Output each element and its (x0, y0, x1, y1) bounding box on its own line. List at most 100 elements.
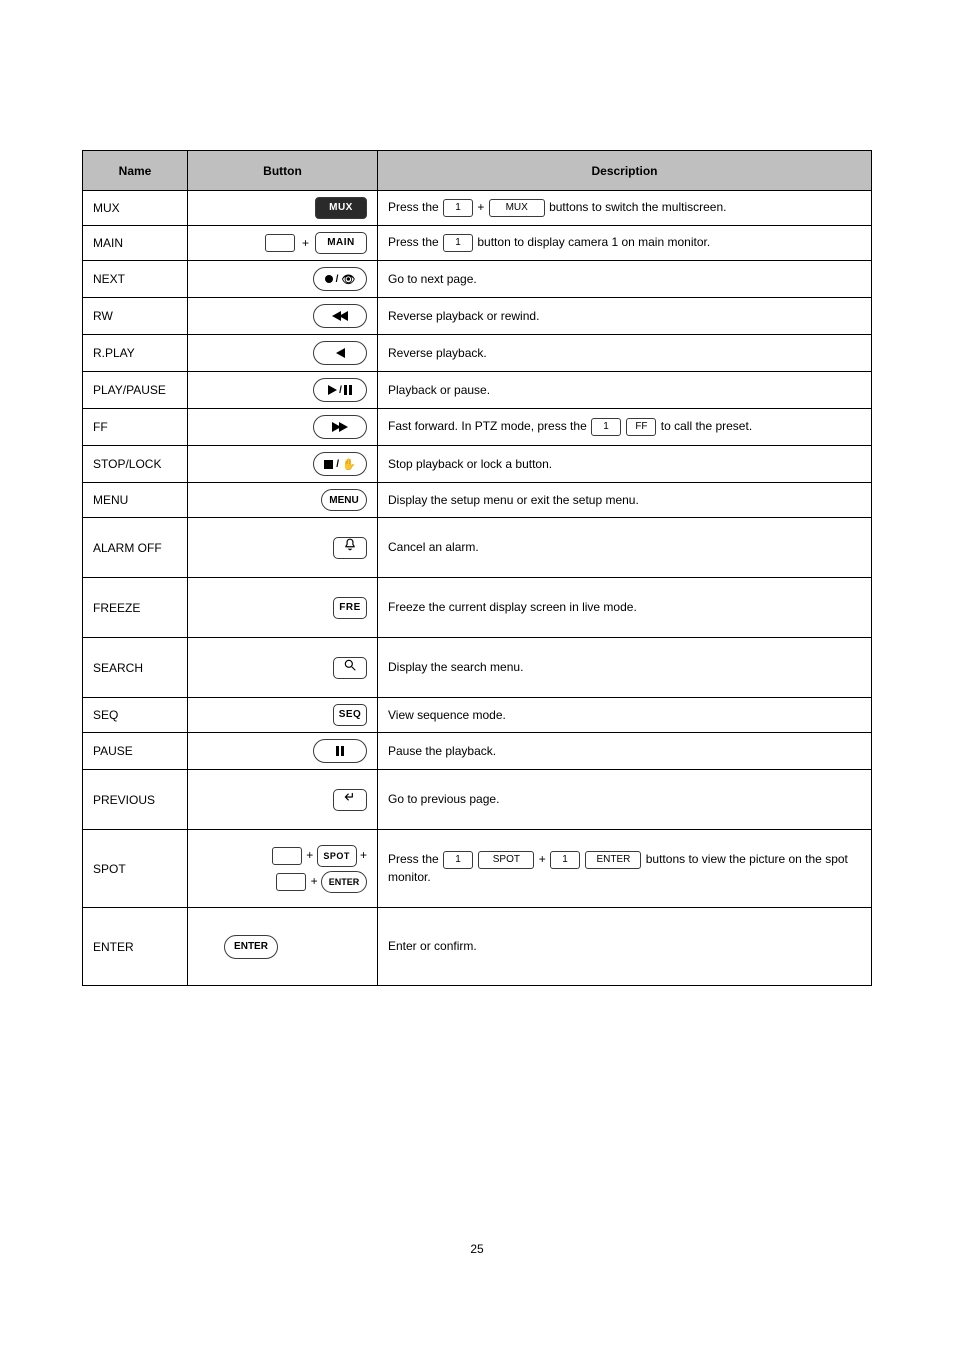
button-cell (188, 335, 378, 372)
keycap-icon: 1 (443, 234, 473, 252)
text: buttons to switch the multiscreen. (549, 200, 726, 214)
desc-cell: Go to next page. (378, 261, 872, 298)
button-cell: ENTER (188, 908, 378, 986)
name-cell: SEARCH (83, 638, 188, 698)
table-row: MENU MENU Display the setup menu or exit… (83, 483, 872, 518)
table-row: SEARCH Display the search menu. (83, 638, 872, 698)
keycap-icon: SPOT (478, 851, 534, 869)
enter-button-icon: ENTER (224, 935, 278, 959)
spot-button-icon: SPOT (317, 845, 357, 867)
name-cell: PAUSE (83, 733, 188, 770)
name-cell: SPOT (83, 830, 188, 908)
name-cell: R.PLAY (83, 335, 188, 372)
button-cell: MUX (188, 191, 378, 226)
table-row: SPOT + SPOT + + ENTER Press the 1 SPOT (83, 830, 872, 908)
pause-button-icon (313, 739, 367, 763)
desc-cell: Freeze the current display screen in liv… (378, 578, 872, 638)
desc-cell: Playback or pause. (378, 372, 872, 409)
pause-icon (336, 746, 344, 756)
table-row: ENTER ENTER Enter or confirm. (83, 908, 872, 986)
desc-cell: Pause the playback. (378, 733, 872, 770)
triangle-right-icon (339, 422, 348, 432)
triangle-left-icon (339, 311, 348, 321)
button-cell (188, 298, 378, 335)
text: button to display camera 1 on main monit… (477, 235, 710, 249)
name-cell: ENTER (83, 908, 188, 986)
desc-cell: Cancel an alarm. (378, 518, 872, 578)
table-row: PAUSE Pause the playback. (83, 733, 872, 770)
desc-cell: Stop playback or lock a button. (378, 446, 872, 483)
triangle-right-icon (328, 385, 337, 395)
table-row: PREVIOUS Go to previous page. (83, 770, 872, 830)
search-button-icon (333, 657, 367, 679)
hand-icon: ✋ (342, 458, 356, 471)
mux-button-icon: MUX (315, 197, 367, 219)
text: Press the (388, 235, 442, 249)
rewind-button-icon (313, 304, 367, 328)
triangle-left-icon (336, 348, 345, 358)
text: Press the (388, 200, 442, 214)
button-cell (188, 518, 378, 578)
keycap-icon (276, 873, 306, 891)
text: + (477, 200, 487, 214)
button-cell (188, 770, 378, 830)
table-row: R.PLAY Reverse playback. (83, 335, 872, 372)
keycap-icon: 1 (550, 851, 580, 869)
desc-cell: Press the 1 button to display camera 1 o… (378, 226, 872, 261)
stop-lock-button-icon: / ✋ (313, 452, 367, 476)
text: + (539, 853, 549, 867)
table-row: SEQ SEQ View sequence mode. (83, 698, 872, 733)
menu-button-icon: MENU (321, 489, 367, 511)
desc-cell: Enter or confirm. (378, 908, 872, 986)
table-header-row: Name Button Description (83, 151, 872, 191)
button-cell (188, 409, 378, 446)
keycap-icon: ENTER (585, 851, 641, 869)
eye-icon: 👁 (341, 273, 355, 286)
pause-icon (344, 385, 352, 395)
keycap-icon: MUX (489, 199, 545, 217)
button-cell: / 👁 (188, 261, 378, 298)
plus-icon: + (302, 236, 309, 250)
desc-cell: Reverse playback or rewind. (378, 298, 872, 335)
table-row: FF Fast forward. In PTZ mode, press the … (83, 409, 872, 446)
keycap-icon (272, 847, 302, 865)
table-row: PLAY/PAUSE / Playback or pause. (83, 372, 872, 409)
bell-icon (343, 538, 357, 552)
name-cell: FREEZE (83, 578, 188, 638)
button-cell: + MAIN (188, 226, 378, 261)
fast-forward-button-icon (313, 415, 367, 439)
table-row: FREEZE FRE Freeze the current display sc… (83, 578, 872, 638)
keycap-icon: 1 (443, 199, 473, 217)
previous-button-icon (333, 789, 367, 811)
desc-cell: Press the 1 SPOT + 1 ENTER buttons to vi… (378, 830, 872, 908)
plus-icon: + (360, 848, 367, 862)
function-table: Name Button Description MUX MUX Press th… (82, 150, 872, 986)
desc-cell: Display the search menu. (378, 638, 872, 698)
table-row: NEXT / 👁 Go to next page. (83, 261, 872, 298)
next-button-icon: / 👁 (313, 267, 367, 291)
col-description: Description (378, 151, 872, 191)
enter-button-icon: ENTER (321, 871, 367, 893)
desc-cell: Reverse playback. (378, 335, 872, 372)
text: Press the (388, 853, 442, 867)
name-cell: PLAY/PAUSE (83, 372, 188, 409)
name-cell: MENU (83, 483, 188, 518)
name-cell: SEQ (83, 698, 188, 733)
desc-cell: Fast forward. In PTZ mode, press the 1 F… (378, 409, 872, 446)
main-button-icon: MAIN (315, 232, 367, 254)
desc-cell: View sequence mode. (378, 698, 872, 733)
search-icon (343, 658, 357, 672)
keycap-icon: 1 (591, 418, 621, 436)
button-cell: / ✋ (188, 446, 378, 483)
play-pause-button-icon: / (313, 378, 367, 402)
keycap-icon (265, 234, 295, 252)
desc-cell: Display the setup menu or exit the setup… (378, 483, 872, 518)
return-icon (343, 790, 357, 804)
table-row: RW Reverse playback or rewind. (83, 298, 872, 335)
name-cell: STOP/LOCK (83, 446, 188, 483)
col-button: Button (188, 151, 378, 191)
button-cell: SEQ (188, 698, 378, 733)
desc-cell: Press the 1 + MUX buttons to switch the … (378, 191, 872, 226)
name-cell: FF (83, 409, 188, 446)
plus-icon: + (306, 848, 313, 862)
